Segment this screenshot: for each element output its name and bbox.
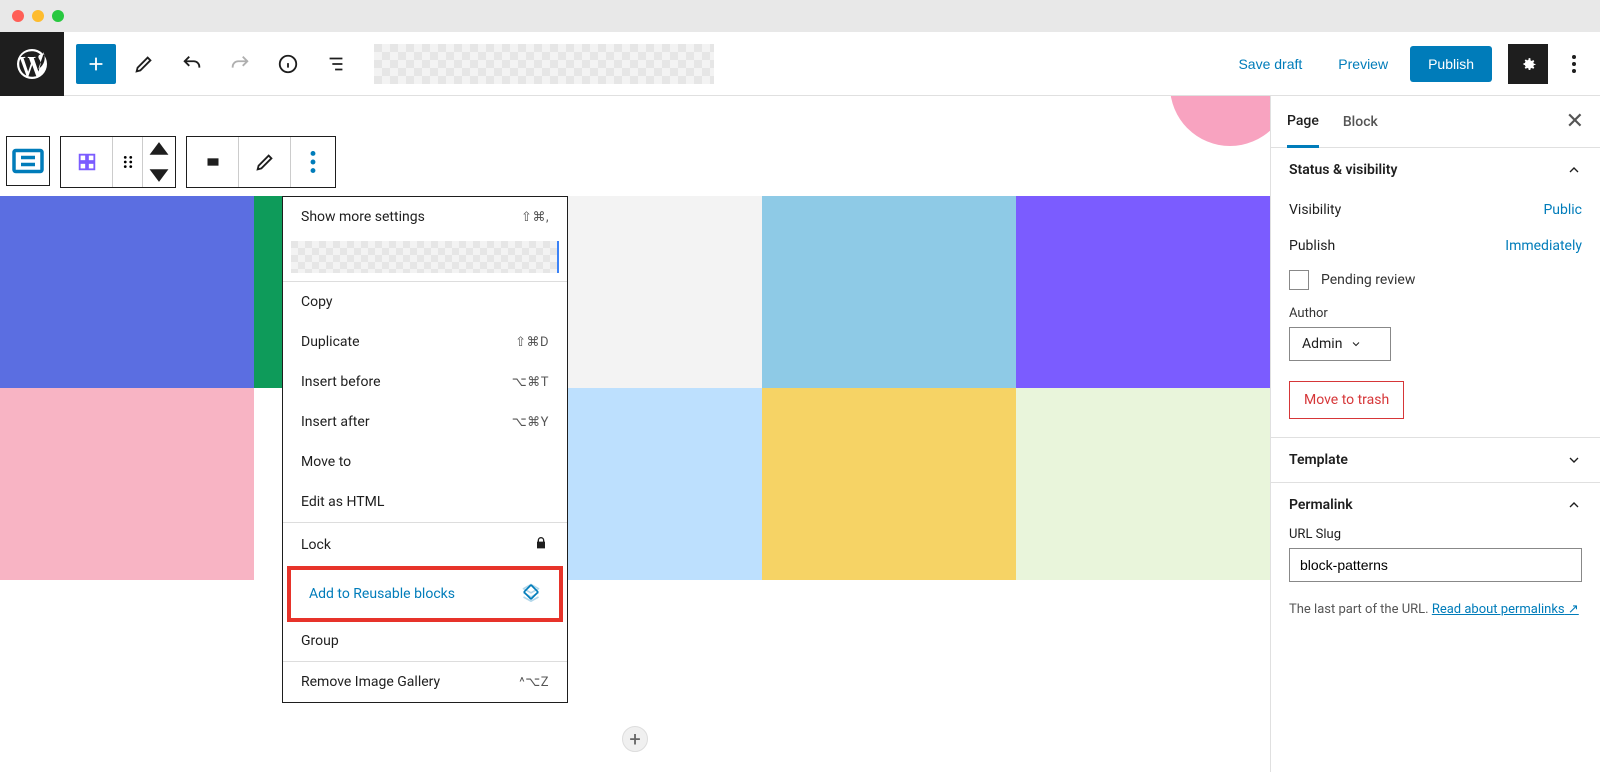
save-draft-button[interactable]: Save draft (1224, 46, 1316, 82)
tab-page[interactable]: Page (1287, 97, 1319, 148)
publish-button[interactable]: Publish (1410, 46, 1492, 82)
add-block-button[interactable] (76, 44, 116, 84)
pending-review-checkbox[interactable] (1289, 270, 1309, 290)
title-placeholder (374, 44, 714, 84)
pending-review-label: Pending review (1321, 272, 1415, 288)
chevron-down-icon (1350, 338, 1362, 350)
gallery-tile[interactable] (0, 196, 254, 388)
menu-duplicate[interactable]: Duplicate⇧⌘D (283, 322, 567, 362)
permalink-header[interactable]: Permalink (1271, 483, 1600, 527)
editor-topbar: Save draft Preview Publish (0, 32, 1600, 96)
maximize-window-icon[interactable] (52, 10, 64, 22)
visibility-value[interactable]: Public (1543, 202, 1582, 218)
menu-move-to[interactable]: Move to (283, 442, 567, 482)
menu-placeholder (291, 241, 559, 273)
menu-remove-gallery[interactable]: Remove Image Gallery^⌥Z (283, 662, 567, 702)
publish-label: Publish (1289, 238, 1335, 254)
info-button[interactable] (268, 44, 308, 84)
url-slug-label: URL Slug (1289, 527, 1582, 542)
visibility-label: Visibility (1289, 202, 1341, 218)
more-options-button[interactable] (1560, 44, 1588, 84)
menu-insert-after[interactable]: Insert after⌥⌘Y (283, 402, 567, 442)
status-visibility-header[interactable]: Status & visibility (1271, 148, 1600, 192)
move-to-trash-button[interactable]: Move to trash (1289, 381, 1404, 419)
template-header[interactable]: Template (1271, 438, 1600, 482)
gallery-block-icon[interactable] (61, 137, 113, 187)
menu-show-more-settings[interactable]: Show more settings⇧⌘, (283, 197, 567, 237)
reusable-icon (521, 582, 541, 606)
insert-block-inline-button[interactable]: + (622, 726, 648, 752)
mac-titlebar (0, 0, 1600, 32)
gallery-tile[interactable] (762, 196, 1016, 388)
tab-block[interactable]: Block (1343, 98, 1378, 146)
chevron-up-icon (1566, 497, 1582, 513)
minimize-window-icon[interactable] (32, 10, 44, 22)
status-visibility-panel: Status & visibility Visibility Public Pub… (1271, 148, 1600, 438)
block-toolbar (6, 136, 336, 188)
move-arrows[interactable] (143, 137, 175, 187)
author-select[interactable]: Admin (1289, 327, 1391, 361)
permalink-help-link[interactable]: Read about permalinks ↗ (1432, 602, 1579, 617)
image-gallery[interactable] (0, 196, 1270, 772)
decorative-circle (1170, 96, 1270, 146)
menu-add-reusable[interactable]: Add to Reusable blocks (287, 566, 563, 622)
menu-copy[interactable]: Copy (283, 282, 567, 322)
close-window-icon[interactable] (12, 10, 24, 22)
block-context-menu: Show more settings⇧⌘, Copy Duplicate⇧⌘D … (282, 196, 568, 703)
publish-value[interactable]: Immediately (1505, 238, 1582, 254)
block-more-button[interactable] (291, 137, 335, 187)
preview-button[interactable]: Preview (1324, 46, 1402, 82)
url-slug-input[interactable] (1289, 548, 1582, 582)
drag-handle[interactable] (113, 137, 143, 187)
lock-icon (533, 535, 549, 555)
undo-button[interactable] (172, 44, 212, 84)
gallery-tile[interactable] (0, 388, 254, 580)
menu-group[interactable]: Group (283, 621, 567, 661)
editor-canvas[interactable]: + Show more settings⇧⌘, Copy Duplicate⇧⌘… (0, 96, 1270, 772)
list-view-button[interactable] (316, 44, 356, 84)
gallery-tile[interactable] (1016, 196, 1270, 388)
edit-mode-button[interactable] (124, 44, 164, 84)
edit-gallery-button[interactable] (239, 137, 291, 187)
settings-sidebar: Page Block ✕ Status & visibility Visibil… (1270, 96, 1600, 772)
wordpress-logo[interactable] (0, 32, 64, 96)
permalink-panel: Permalink URL Slug The last part of the … (1271, 483, 1600, 633)
permalink-help-text: The last part of the URL. Read about per… (1271, 594, 1600, 633)
chevron-up-icon (1566, 162, 1582, 178)
author-label: Author (1289, 306, 1582, 321)
chevron-down-icon (1566, 452, 1582, 468)
gallery-tile[interactable] (762, 388, 1016, 580)
settings-button[interactable] (1508, 44, 1548, 84)
close-sidebar-button[interactable]: ✕ (1566, 109, 1584, 134)
align-button[interactable] (187, 137, 239, 187)
menu-lock[interactable]: Lock (283, 523, 567, 567)
gallery-tile[interactable] (1016, 388, 1270, 580)
redo-button[interactable] (220, 44, 260, 84)
menu-insert-before[interactable]: Insert before⌥⌘T (283, 362, 567, 402)
parent-block-button[interactable] (6, 136, 50, 186)
menu-edit-html[interactable]: Edit as HTML (283, 482, 567, 522)
template-panel: Template (1271, 438, 1600, 483)
